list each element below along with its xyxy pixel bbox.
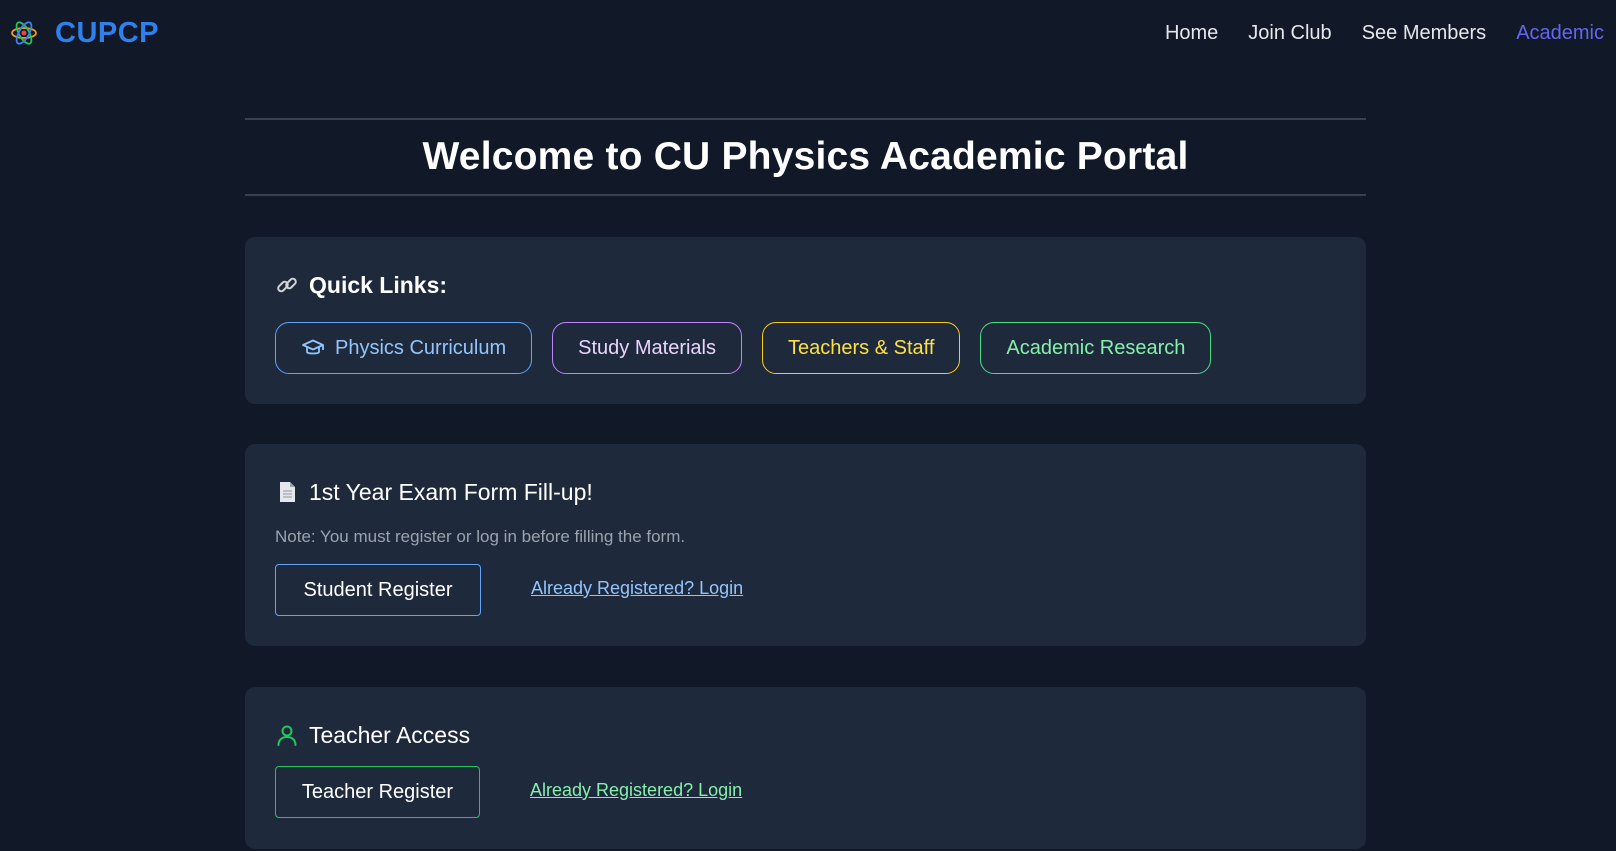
main-nav: Home Join Club See Members Academic [1165, 20, 1604, 46]
academic-research-button[interactable]: Academic Research [980, 322, 1212, 374]
nav-home-link[interactable]: Home [1165, 20, 1218, 46]
teacher-access-card: Teacher Access Teacher Register Already … [245, 687, 1366, 849]
academic-research-label: Academic Research [1006, 336, 1186, 359]
nav-academic-link[interactable]: Academic [1516, 20, 1604, 46]
exam-form-heading: 1st Year Exam Form Fill-up! [275, 478, 593, 506]
physics-curriculum-button[interactable]: Physics Curriculum [275, 322, 533, 374]
document-icon [280, 482, 295, 502]
quick-links-list: Physics Curriculum Study Materials Teach… [275, 322, 1212, 374]
teacher-register-button[interactable]: Teacher Register [275, 766, 480, 818]
quick-links-heading: Quick Links: [275, 271, 447, 299]
exam-form-note: Note: You must register or log in before… [275, 527, 686, 546]
top-navbar: CUPCP Home Join Club See Members Academi… [0, 0, 1616, 68]
student-register-button[interactable]: Student Register [275, 564, 481, 616]
graduation-cap-icon [302, 339, 324, 355]
nav-join-club-link[interactable]: Join Club [1248, 20, 1331, 46]
study-materials-button[interactable]: Study Materials [552, 322, 742, 374]
quick-links-title: Quick Links: [309, 272, 448, 298]
atom-icon [11, 21, 37, 45]
brand-name: CUPCP [55, 17, 160, 49]
physics-curriculum-label: Physics Curriculum [335, 336, 507, 359]
teachers-staff-button[interactable]: Teachers & Staff [762, 322, 961, 374]
teacher-access-title: Teacher Access [309, 722, 471, 748]
page-title-block: Welcome to CU Physics Academic Portal [245, 118, 1366, 196]
quick-links-card: Quick Links: Physics Curriculum Study Ma… [245, 237, 1366, 404]
link-icon [277, 277, 297, 293]
nav-see-members-link[interactable]: See Members [1362, 20, 1487, 46]
exam-form-card: 1st Year Exam Form Fill-up! Note: You mu… [245, 444, 1366, 646]
teacher-access-heading: Teacher Access [275, 721, 470, 749]
teachers-staff-label: Teachers & Staff [788, 336, 935, 359]
exam-form-title: 1st Year Exam Form Fill-up! [309, 479, 593, 505]
page-title: Welcome to CU Physics Academic Portal [422, 135, 1189, 178]
brand-link[interactable]: CUPCP [10, 17, 159, 49]
study-materials-label: Study Materials [578, 336, 716, 359]
teacher-login-link[interactable]: Already Registered? Login [530, 780, 742, 801]
user-icon [277, 725, 297, 746]
student-login-link[interactable]: Already Registered? Login [531, 578, 743, 599]
